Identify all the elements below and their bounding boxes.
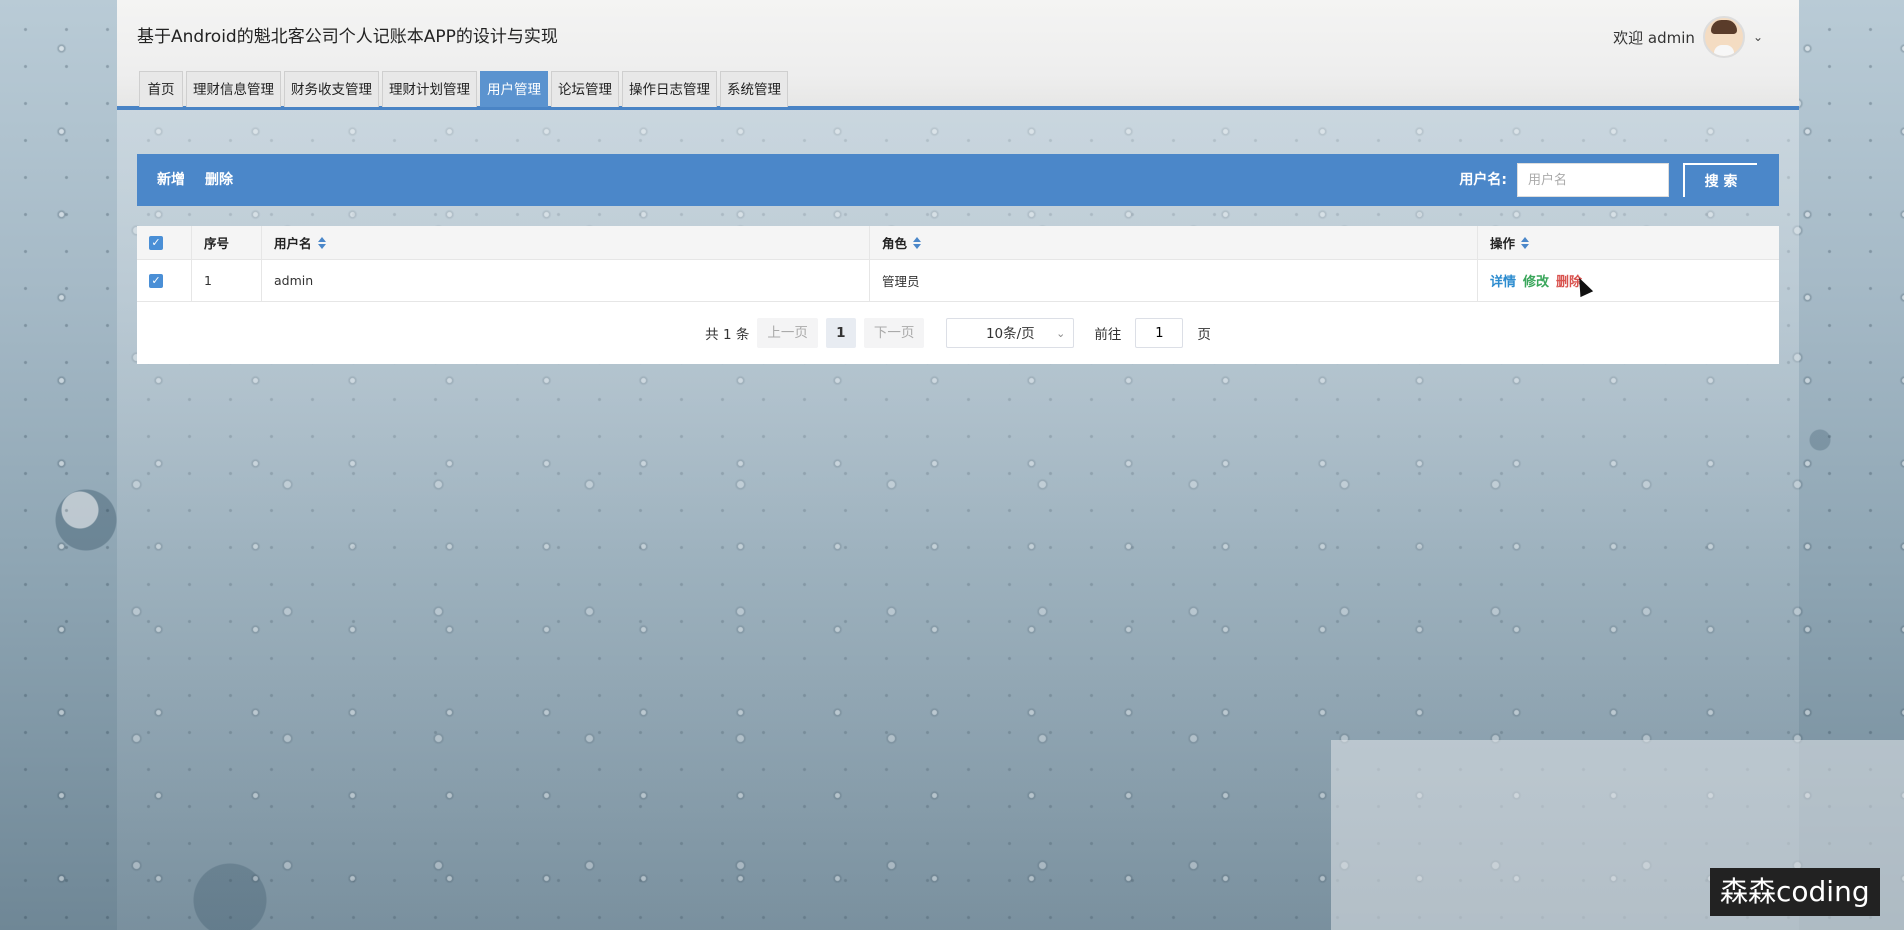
sort-icon[interactable] [913, 236, 922, 249]
row-checkbox[interactable]: ✓ [149, 273, 163, 288]
header-actions: 操作 [1478, 226, 1779, 259]
page-suffix: 页 [1197, 327, 1211, 343]
sort-icon[interactable] [317, 236, 326, 249]
table-row: ✓ 1 admin 管理员 详情 修改 删除 [137, 260, 1779, 302]
tab-system[interactable]: 系统管理 [720, 71, 788, 107]
header: 基于Android的魁北客公司个人记账本APP的设计与实现 欢迎 admin ⌄… [117, 0, 1799, 110]
app-title: 基于Android的魁北客公司个人记账本APP的设计与实现 [137, 27, 558, 47]
tab-finance-plan[interactable]: 理财计划管理 [382, 71, 477, 107]
header-username[interactable]: 用户名 [262, 226, 870, 259]
data-table: ✓ 序号 用户名 角色 操作 ✓ 1 admin 管理员 详情 修改 删除 共 … [137, 226, 1779, 364]
header-actions-label: 操作 [1490, 236, 1516, 251]
tab-income-expense[interactable]: 财务收支管理 [284, 71, 379, 107]
goto-label: 前往 [1094, 327, 1122, 343]
table-header-row: ✓ 序号 用户名 角色 操作 [137, 226, 1779, 260]
tab-forum[interactable]: 论坛管理 [551, 71, 619, 107]
tab-user-management[interactable]: 用户管理 [480, 71, 548, 107]
page-number[interactable]: 1 [825, 318, 856, 348]
header-index: 序号 [192, 226, 262, 259]
chevron-down-icon: ⌄ [1056, 327, 1066, 340]
header-username-label: 用户名 [274, 236, 312, 251]
pagination: 共 1 条 上一页 1 下一页 10条/页 ⌄ 前往 页 [137, 302, 1779, 364]
page-size-select[interactable]: 10条/页 ⌄ [946, 318, 1075, 348]
row-role: 管理员 [870, 260, 1478, 301]
select-all-cell: ✓ [137, 226, 192, 259]
tab-finance-info[interactable]: 理财信息管理 [186, 71, 281, 107]
search-input[interactable] [1517, 163, 1669, 197]
goto-page-input[interactable] [1135, 318, 1184, 348]
chevron-down-icon[interactable]: ⌄ [1753, 30, 1763, 44]
row-actions: 详情 修改 删除 [1478, 260, 1779, 301]
avatar-icon[interactable] [1702, 16, 1745, 58]
user-menu[interactable]: 欢迎 admin ⌄ [1613, 16, 1763, 58]
edit-button[interactable]: 修改 [1523, 271, 1549, 290]
row-select-cell: ✓ [137, 260, 192, 301]
header-role[interactable]: 角色 [870, 226, 1478, 259]
toolbar: 新增 删除 用户名: 搜 索 [137, 154, 1779, 206]
nav-tabs: 首页 理财信息管理 财务收支管理 理财计划管理 用户管理 论坛管理 操作日志管理… [139, 71, 788, 107]
row-username: admin [262, 260, 870, 301]
page-size-value: 10条/页 [985, 326, 1035, 342]
sort-icon[interactable] [1521, 236, 1530, 249]
select-all-checkbox[interactable]: ✓ [149, 235, 163, 250]
prev-page-button[interactable]: 上一页 [757, 318, 818, 348]
delete-button[interactable]: 删除 [205, 154, 233, 206]
watermark: 森森coding [1710, 868, 1880, 916]
add-button[interactable]: 新增 [157, 154, 185, 206]
tab-home[interactable]: 首页 [139, 71, 183, 107]
header-role-label: 角色 [882, 236, 908, 251]
welcome-text: 欢迎 admin [1613, 28, 1695, 47]
total-count: 共 1 条 [705, 327, 750, 343]
row-index: 1 [192, 260, 262, 301]
search-label: 用户名: [1459, 172, 1507, 188]
search-button[interactable]: 搜 索 [1683, 163, 1757, 197]
next-page-button[interactable]: 下一页 [863, 318, 925, 348]
detail-button[interactable]: 详情 [1490, 271, 1516, 290]
tab-operation-log[interactable]: 操作日志管理 [622, 71, 717, 107]
